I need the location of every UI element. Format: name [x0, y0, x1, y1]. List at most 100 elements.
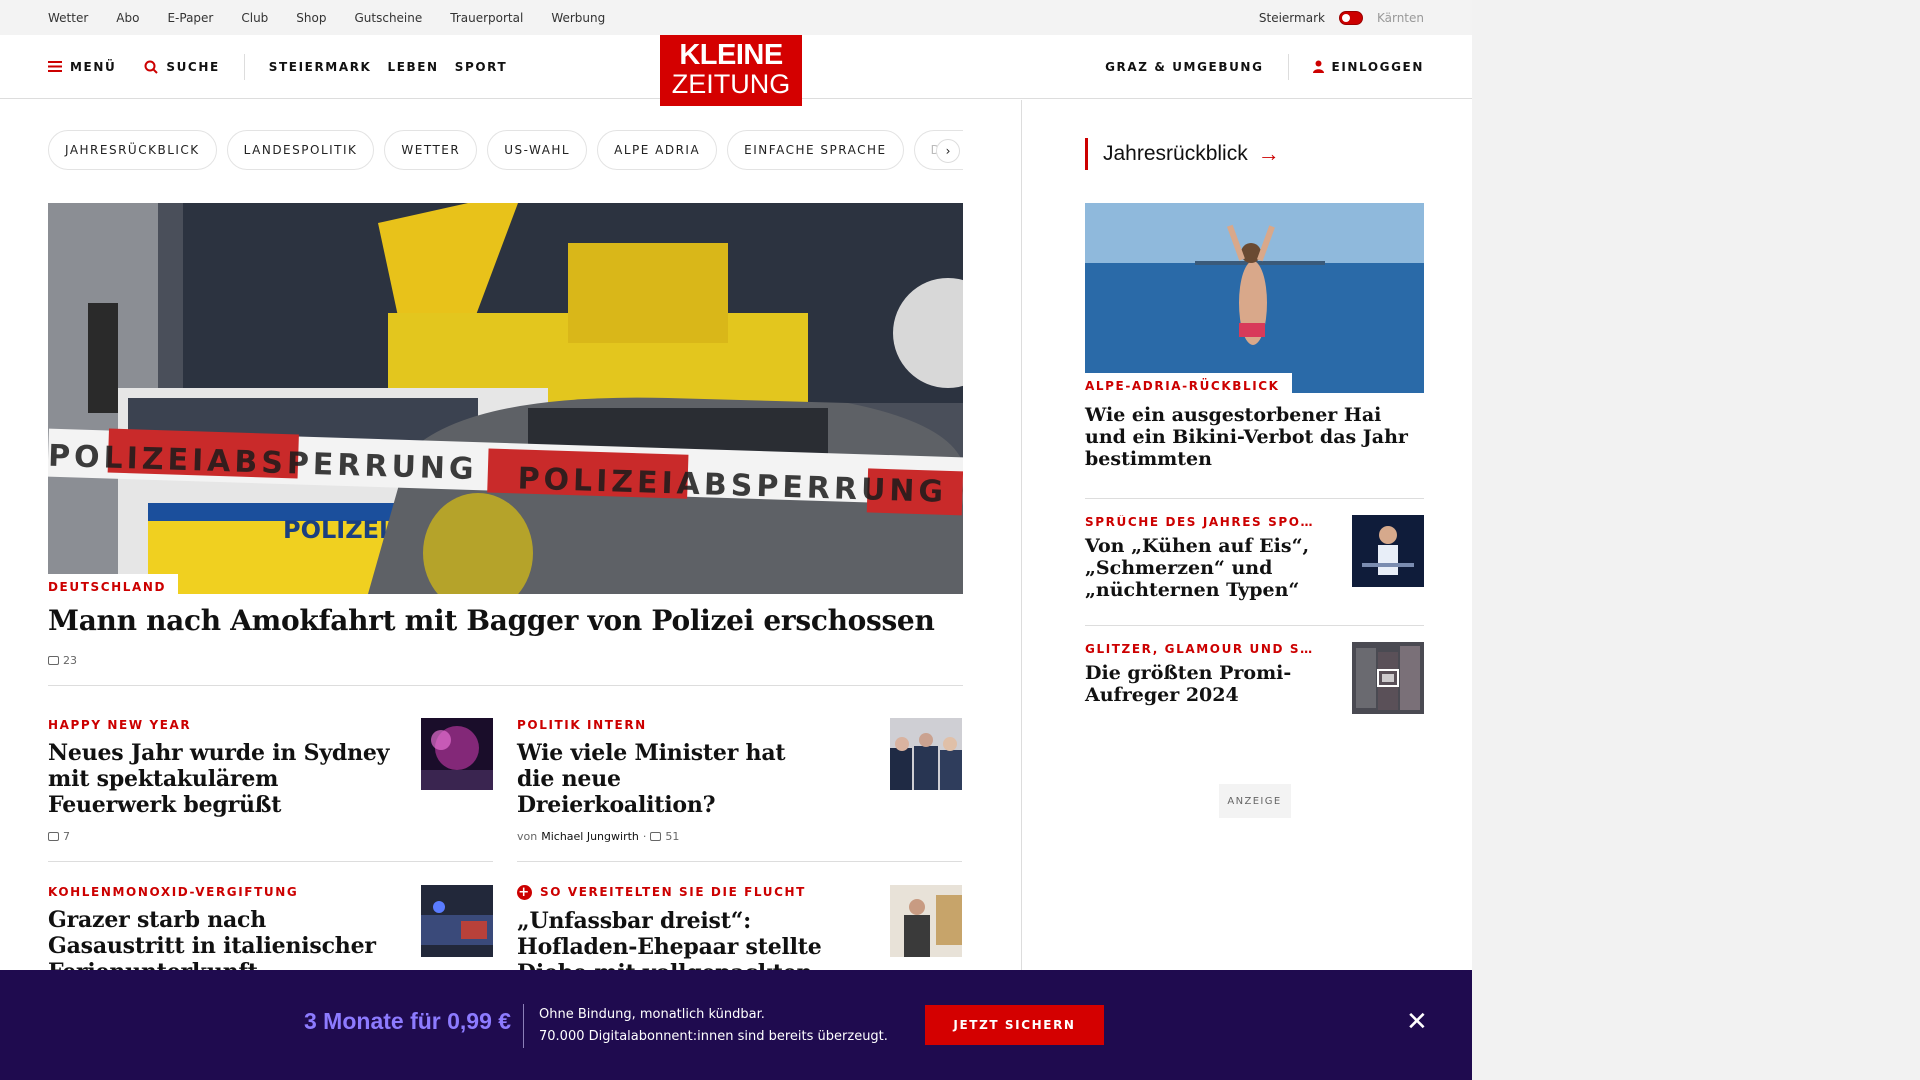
- byline-dot: ·: [642, 830, 647, 843]
- article-card[interactable]: POLITIK INTERN Wie viele Minister hat di…: [517, 718, 962, 843]
- hero-comments[interactable]: 23: [48, 654, 963, 667]
- chevron-right-icon: ›: [945, 144, 951, 158]
- comment-icon: [650, 832, 662, 841]
- menu-label: MENÜ: [70, 59, 117, 74]
- subscribe-button[interactable]: JETZT SICHERN: [925, 1005, 1104, 1045]
- pill-einfache-sprache[interactable]: EINFACHE SPRACHE: [727, 130, 904, 170]
- link-shop[interactable]: Shop: [296, 11, 326, 25]
- promo-text: Ohne Bindung, monatlich kündbar. 70.000 …: [539, 1004, 888, 1048]
- emergency-thumbnail[interactable]: [421, 885, 493, 957]
- comment-count[interactable]: 51: [665, 830, 679, 843]
- menu-button[interactable]: MENÜ: [48, 60, 116, 74]
- sidebar-heading-link[interactable]: Jahresrückblick →: [1085, 138, 1424, 170]
- subscription-banner: 3 Monate für 0,99 € Ohne Bindung, monatl…: [0, 970, 1472, 1080]
- service-links: Wetter Abo E-Paper Club Shop Gutscheine …: [48, 11, 633, 25]
- sidebar: Jahresrückblick → ALPE-ADRIA-RÜCKBLICK W…: [1085, 100, 1424, 818]
- pill-jahresrueckblick[interactable]: JAHRESRÜCKBLICK: [48, 130, 217, 170]
- article-comments[interactable]: 7: [48, 830, 398, 843]
- hero-headline[interactable]: Mann nach Amokfahrt mit Bagger von Poliz…: [48, 604, 963, 638]
- viewport-background: [1472, 0, 1920, 1080]
- region-toggle[interactable]: [1338, 10, 1363, 25]
- pill-alpe-adria[interactable]: ALPE ADRIA: [597, 130, 718, 170]
- promo-line-2: 70.000 Digitalabonnent:innen sind bereit…: [539, 1029, 888, 1044]
- search-button[interactable]: SUCHE: [144, 60, 219, 74]
- hamburger-icon: [48, 61, 62, 72]
- article-kicker: HAPPY NEW YEAR: [48, 718, 192, 732]
- top-bar: Wetter Abo E-Paper Club Shop Gutscheine …: [0, 0, 1472, 35]
- link-werbung[interactable]: Werbung: [551, 11, 605, 25]
- promo-divider: [523, 1004, 524, 1048]
- divider: [1085, 498, 1424, 499]
- shop-thumbnail[interactable]: [890, 885, 962, 957]
- header-divider: [243, 53, 245, 80]
- link-abo[interactable]: Abo: [116, 11, 139, 25]
- ministers-thumbnail[interactable]: [890, 718, 962, 790]
- divider: [517, 861, 962, 862]
- sidebar-article[interactable]: SPRÜCHE DES JAHRES SPOR… Von „Kühen auf …: [1085, 515, 1424, 601]
- pill-us-wahl[interactable]: US-WAHL: [487, 130, 588, 170]
- plus-icon: +: [517, 885, 532, 900]
- pills-next-button[interactable]: ›: [936, 139, 960, 163]
- article-column-left: HAPPY NEW YEAR Neues Jahr wurde in Sydne…: [48, 718, 493, 1012]
- search-label: SUCHE: [166, 59, 220, 74]
- link-gutscheine[interactable]: Gutscheine: [354, 11, 422, 25]
- region-graz-button[interactable]: GRAZ & UMGEBUNG: [1105, 60, 1263, 74]
- article-kicker: GLITZER, GLAMOUR UND SK…: [1085, 642, 1315, 656]
- main-nav: STEIERMARK LEBEN SPORT: [269, 60, 507, 74]
- sidebar-hero-image[interactable]: ALPE-ADRIA-RÜCKBLICK: [1085, 203, 1424, 393]
- close-icon[interactable]: ✕: [1406, 1009, 1428, 1035]
- byline-prefix: von: [517, 830, 538, 843]
- article-card[interactable]: HAPPY NEW YEAR Neues Jahr wurde in Sydne…: [48, 718, 493, 843]
- gallery-thumbnail[interactable]: [1352, 642, 1424, 714]
- article-column-right: POLITIK INTERN Wie viele Minister hat di…: [517, 718, 962, 1012]
- header-right: GRAZ & UMGEBUNG EINLOGGEN: [1105, 53, 1424, 80]
- divider: [1085, 625, 1424, 626]
- promo-line-1: Ohne Bindung, monatlich kündbar.: [539, 1007, 765, 1022]
- header-divider-right: [1287, 53, 1289, 80]
- article-kicker: KOHLENMONOXID-VERGIFTUNG: [48, 885, 299, 899]
- article-title[interactable]: Von „Kühen auf Eis“, „Schmerzen“ und „nü…: [1085, 535, 1315, 601]
- link-trauerportal[interactable]: Trauerportal: [450, 11, 523, 25]
- login-button[interactable]: EINLOGGEN: [1312, 59, 1424, 74]
- page: Wetter Abo E-Paper Club Shop Gutscheine …: [0, 0, 1472, 1080]
- login-label: EINLOGGEN: [1331, 59, 1424, 74]
- search-icon: [144, 60, 159, 74]
- article-grid: HAPPY NEW YEAR Neues Jahr wurde in Sydne…: [48, 718, 963, 1012]
- athlete-thumbnail[interactable]: [1352, 515, 1424, 587]
- article-title[interactable]: Die größten Promi-Aufreger 2024: [1085, 662, 1315, 706]
- sidebar-hero-kicker[interactable]: ALPE-ADRIA-RÜCKBLICK: [1085, 373, 1292, 393]
- column-divider: [1021, 100, 1022, 980]
- divider: [48, 685, 963, 686]
- nav-leben[interactable]: LEBEN: [387, 60, 438, 74]
- car-text: POLIZEI: [283, 516, 388, 544]
- comment-icon: [48, 832, 59, 841]
- arrow-right-icon: →: [1257, 141, 1280, 166]
- article-title[interactable]: Wie viele Minister hat die neue Dreierko…: [517, 740, 807, 818]
- logo-line-1: KLEINE: [679, 39, 783, 71]
- user-icon: [1312, 60, 1324, 73]
- sidebar-hero-title[interactable]: Wie ein ausgestorbener Hai und ein Bikin…: [1085, 404, 1424, 470]
- pill-landespolitik[interactable]: LANDESPOLITIK: [226, 130, 375, 170]
- article-title[interactable]: Neues Jahr wurde in Sydney mit spektakul…: [48, 740, 398, 818]
- fireworks-thumbnail[interactable]: [421, 718, 493, 790]
- region-switch: Steiermark Kärnten: [1259, 10, 1424, 25]
- pill-wetter[interactable]: WETTER: [384, 130, 478, 170]
- nav-sport[interactable]: SPORT: [455, 60, 508, 74]
- hero-kicker[interactable]: DEUTSCHLAND: [48, 574, 179, 594]
- region-steiermark[interactable]: Steiermark: [1259, 11, 1325, 25]
- main-header: MENÜ SUCHE STEIERMARK LEBEN SPORT KLEINE…: [0, 35, 1472, 106]
- comment-count: 7: [63, 830, 70, 843]
- article-byline: von Michael Jungwirth · 51: [517, 830, 807, 843]
- author-link[interactable]: Michael Jungwirth: [541, 830, 639, 843]
- region-kaernten[interactable]: Kärnten: [1377, 11, 1424, 25]
- link-club[interactable]: Club: [241, 11, 268, 25]
- kleine-zeitung-logo[interactable]: KLEINE ZEITUNG: [660, 35, 802, 106]
- promo-price[interactable]: 3 Monate für 0,99 €: [304, 1008, 511, 1035]
- link-wetter[interactable]: Wetter: [48, 11, 88, 25]
- topic-pills: JAHRESRÜCKBLICK LANDESPOLITIK WETTER US-…: [48, 130, 963, 170]
- divider: [48, 861, 493, 862]
- hero-image[interactable]: POLIZEI POLIZEIABSPERRUNG POLIZEIABSPERR…: [48, 203, 963, 594]
- sidebar-article[interactable]: GLITZER, GLAMOUR UND SK… Die größten Pro…: [1085, 642, 1424, 714]
- nav-steiermark[interactable]: STEIERMARK: [269, 60, 372, 74]
- link-epaper[interactable]: E-Paper: [167, 11, 213, 25]
